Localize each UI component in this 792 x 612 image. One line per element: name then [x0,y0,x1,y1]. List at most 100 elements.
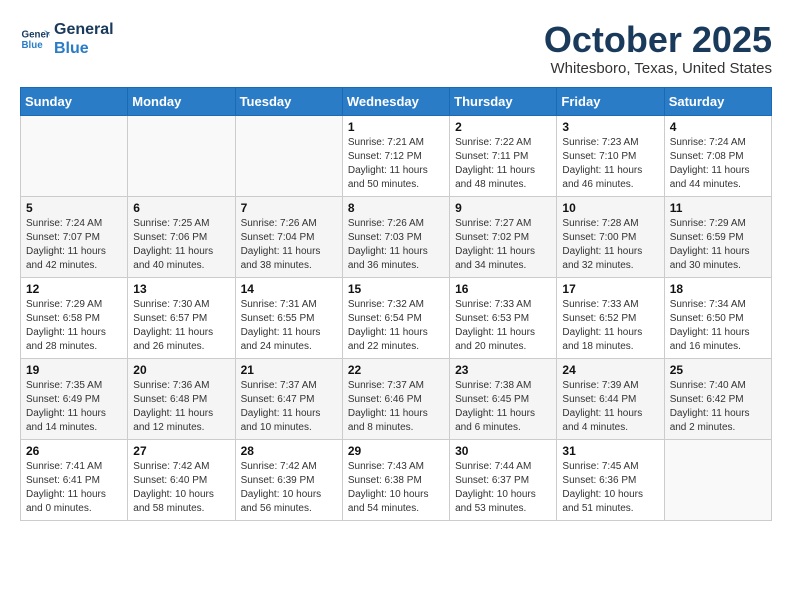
logo: General Blue General Blue [20,20,114,58]
calendar-cell: 25 Sunrise: 7:40 AM Sunset: 6:42 PM Dayli… [664,358,771,439]
calendar-cell: 4 Sunrise: 7:24 AM Sunset: 7:08 PM Daylig… [664,115,771,196]
calendar-cell: 3 Sunrise: 7:23 AM Sunset: 7:10 PM Daylig… [557,115,664,196]
day-number: 10 [562,201,658,215]
day-number: 21 [241,363,337,377]
day-number: 13 [133,282,229,296]
day-number: 29 [348,444,444,458]
weekday-header: Wednesday [342,87,449,115]
day-info: Sunrise: 7:37 AM Sunset: 6:46 PM Dayligh… [348,379,444,435]
day-number: 25 [670,363,766,377]
day-info: Sunrise: 7:36 AM Sunset: 6:48 PM Dayligh… [133,379,229,435]
calendar-week-row: 19 Sunrise: 7:35 AM Sunset: 6:49 PM Dayli… [21,358,772,439]
title-block: October 2025 Whitesboro, Texas, United S… [544,20,772,77]
calendar-cell: 5 Sunrise: 7:24 AM Sunset: 7:07 PM Daylig… [21,196,128,277]
day-info: Sunrise: 7:40 AM Sunset: 6:42 PM Dayligh… [670,379,766,435]
calendar-cell: 17 Sunrise: 7:33 AM Sunset: 6:52 PM Dayli… [557,277,664,358]
calendar-cell: 30 Sunrise: 7:44 AM Sunset: 6:37 PM Dayli… [450,439,557,520]
page-header: General Blue General Blue October 2025 W… [20,20,772,77]
day-info: Sunrise: 7:33 AM Sunset: 6:53 PM Dayligh… [455,298,551,354]
calendar-week-row: 26Sunrise: 7:41 AM Sunset: 6:41 PM Dayli… [21,439,772,520]
calendar-cell: 1Sunrise: 7:21 AM Sunset: 7:12 PM Daylig… [342,115,449,196]
calendar-cell: 15 Sunrise: 7:32 AM Sunset: 6:54 PM Dayli… [342,277,449,358]
day-number: 27 [133,444,229,458]
calendar-cell: 29 Sunrise: 7:43 AM Sunset: 6:38 PM Dayli… [342,439,449,520]
calendar-cell: 27Sunrise: 7:42 AM Sunset: 6:40 PM Dayli… [128,439,235,520]
calendar-cell: 23 Sunrise: 7:38 AM Sunset: 6:45 PM Dayli… [450,358,557,439]
calendar-cell [128,115,235,196]
calendar-cell: 8Sunrise: 7:26 AM Sunset: 7:03 PM Daylig… [342,196,449,277]
day-number: 1 [348,120,444,134]
calendar-cell [664,439,771,520]
calendar-week-row: 5 Sunrise: 7:24 AM Sunset: 7:07 PM Daylig… [21,196,772,277]
calendar-cell: 28 Sunrise: 7:42 AM Sunset: 6:39 PM Dayli… [235,439,342,520]
calendar-cell [21,115,128,196]
weekday-header: Tuesday [235,87,342,115]
calendar-cell [235,115,342,196]
day-info: Sunrise: 7:23 AM Sunset: 7:10 PM Dayligh… [562,136,658,192]
day-info: Sunrise: 7:45 AM Sunset: 6:36 PM Dayligh… [562,460,658,516]
day-info: Sunrise: 7:25 AM Sunset: 7:06 PM Dayligh… [133,217,229,273]
calendar-cell: 10 Sunrise: 7:28 AM Sunset: 7:00 PM Dayli… [557,196,664,277]
day-info: Sunrise: 7:29 AM Sunset: 6:58 PM Dayligh… [26,298,122,354]
calendar-cell: 12 Sunrise: 7:29 AM Sunset: 6:58 PM Dayli… [21,277,128,358]
day-info: Sunrise: 7:24 AM Sunset: 7:07 PM Dayligh… [26,217,122,273]
day-number: 24 [562,363,658,377]
day-info: Sunrise: 7:34 AM Sunset: 6:50 PM Dayligh… [670,298,766,354]
day-info: Sunrise: 7:22 AM Sunset: 7:11 PM Dayligh… [455,136,551,192]
day-info: Sunrise: 7:43 AM Sunset: 6:38 PM Dayligh… [348,460,444,516]
day-info: Sunrise: 7:31 AM Sunset: 6:55 PM Dayligh… [241,298,337,354]
location-subtitle: Whitesboro, Texas, United States [544,60,772,77]
calendar-cell: 2 Sunrise: 7:22 AM Sunset: 7:11 PM Daylig… [450,115,557,196]
calendar-table: SundayMondayTuesdayWednesdayThursdayFrid… [20,87,772,521]
day-info: Sunrise: 7:37 AM Sunset: 6:47 PM Dayligh… [241,379,337,435]
day-info: Sunrise: 7:24 AM Sunset: 7:08 PM Dayligh… [670,136,766,192]
day-info: Sunrise: 7:35 AM Sunset: 6:49 PM Dayligh… [26,379,122,435]
day-number: 7 [241,201,337,215]
calendar-cell: 21 Sunrise: 7:37 AM Sunset: 6:47 PM Dayli… [235,358,342,439]
day-number: 14 [241,282,337,296]
calendar-cell: 18 Sunrise: 7:34 AM Sunset: 6:50 PM Dayli… [664,277,771,358]
day-number: 31 [562,444,658,458]
day-number: 15 [348,282,444,296]
day-number: 6 [133,201,229,215]
weekday-header: Monday [128,87,235,115]
day-number: 5 [26,201,122,215]
day-number: 20 [133,363,229,377]
weekday-header: Saturday [664,87,771,115]
calendar-week-row: 1Sunrise: 7:21 AM Sunset: 7:12 PM Daylig… [21,115,772,196]
calendar-cell: 20 Sunrise: 7:36 AM Sunset: 6:48 PM Dayli… [128,358,235,439]
day-info: Sunrise: 7:33 AM Sunset: 6:52 PM Dayligh… [562,298,658,354]
day-info: Sunrise: 7:30 AM Sunset: 6:57 PM Dayligh… [133,298,229,354]
day-number: 12 [26,282,122,296]
day-number: 18 [670,282,766,296]
day-info: Sunrise: 7:42 AM Sunset: 6:39 PM Dayligh… [241,460,337,516]
day-info: Sunrise: 7:32 AM Sunset: 6:54 PM Dayligh… [348,298,444,354]
day-info: Sunrise: 7:38 AM Sunset: 6:45 PM Dayligh… [455,379,551,435]
day-number: 28 [241,444,337,458]
day-info: Sunrise: 7:39 AM Sunset: 6:44 PM Dayligh… [562,379,658,435]
calendar-header-row: SundayMondayTuesdayWednesdayThursdayFrid… [21,87,772,115]
logo-line1: General [54,20,114,39]
day-info: Sunrise: 7:41 AM Sunset: 6:41 PM Dayligh… [26,460,122,516]
weekday-header: Thursday [450,87,557,115]
day-number: 17 [562,282,658,296]
day-info: Sunrise: 7:44 AM Sunset: 6:37 PM Dayligh… [455,460,551,516]
calendar-cell: 6 Sunrise: 7:25 AM Sunset: 7:06 PM Daylig… [128,196,235,277]
weekday-header: Friday [557,87,664,115]
day-number: 19 [26,363,122,377]
day-number: 30 [455,444,551,458]
day-info: Sunrise: 7:28 AM Sunset: 7:00 PM Dayligh… [562,217,658,273]
day-number: 8 [348,201,444,215]
calendar-cell: 19 Sunrise: 7:35 AM Sunset: 6:49 PM Dayli… [21,358,128,439]
day-number: 3 [562,120,658,134]
calendar-cell: 26Sunrise: 7:41 AM Sunset: 6:41 PM Dayli… [21,439,128,520]
day-number: 2 [455,120,551,134]
calendar-week-row: 12 Sunrise: 7:29 AM Sunset: 6:58 PM Dayli… [21,277,772,358]
day-info: Sunrise: 7:27 AM Sunset: 7:02 PM Dayligh… [455,217,551,273]
day-number: 23 [455,363,551,377]
day-number: 4 [670,120,766,134]
svg-text:Blue: Blue [22,40,44,51]
calendar-cell: 11Sunrise: 7:29 AM Sunset: 6:59 PM Dayli… [664,196,771,277]
day-info: Sunrise: 7:29 AM Sunset: 6:59 PM Dayligh… [670,217,766,273]
calendar-cell: 22Sunrise: 7:37 AM Sunset: 6:46 PM Dayli… [342,358,449,439]
